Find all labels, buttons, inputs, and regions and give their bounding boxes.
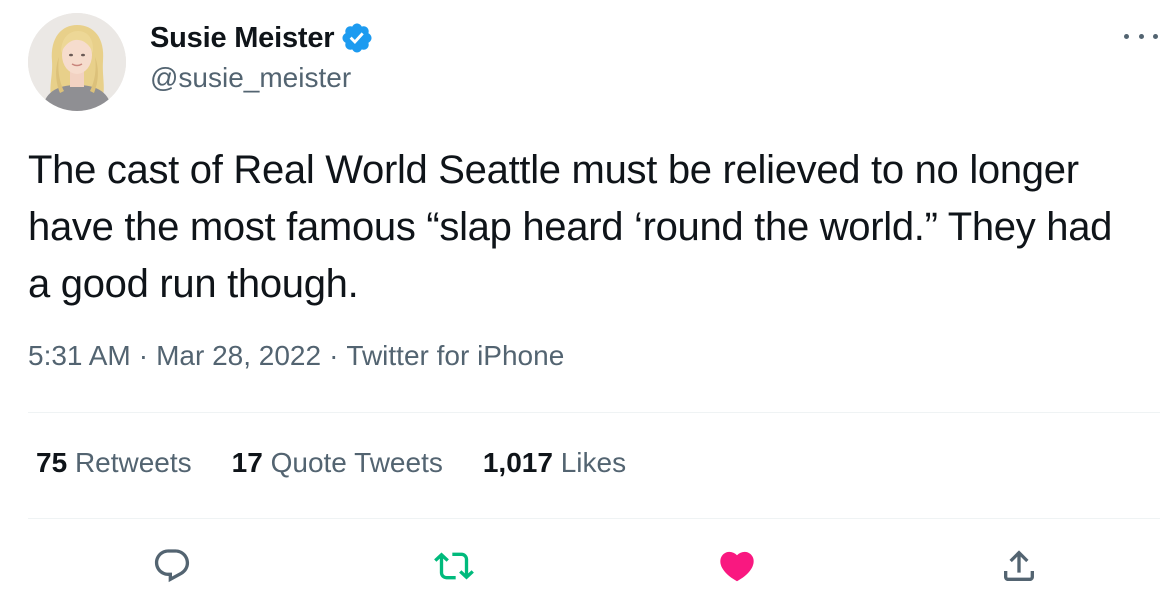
reply-button[interactable] <box>150 544 194 588</box>
more-options-icon[interactable] <box>1124 26 1158 46</box>
tweet-meta: 5:31 AM · Mar 28, 2022 · Twitter for iPhone <box>28 340 564 372</box>
quote-tweets-label: Quote Tweets <box>270 447 443 478</box>
quote-tweets-stat[interactable]: 17 Quote Tweets <box>232 447 443 479</box>
tweet-stats: 75 Retweets 17 Quote Tweets 1,017 Likes <box>36 447 666 479</box>
verified-badge-icon <box>340 21 374 55</box>
likes-count: 1,017 <box>482 447 553 478</box>
author-name-row[interactable]: Susie Meister <box>150 20 374 56</box>
author-display-name[interactable]: Susie Meister <box>150 22 335 55</box>
retweets-stat[interactable]: 75 Retweets <box>36 447 192 479</box>
author-handle[interactable]: @susie_meister <box>150 62 351 94</box>
heart-icon <box>720 551 754 582</box>
meta-separator: · <box>329 340 339 371</box>
tweet-text: The cast of Real World Seattle must be r… <box>28 148 1113 306</box>
quote-tweets-count: 17 <box>231 447 263 478</box>
divider <box>28 518 1160 519</box>
divider <box>28 412 1160 413</box>
avatar[interactable] <box>28 13 126 111</box>
likes-stat[interactable]: 1,017 Likes <box>483 447 626 479</box>
tweet-time[interactable]: 5:31 AM <box>28 340 131 371</box>
dot <box>1138 33 1144 39</box>
retweets-count: 75 <box>36 447 68 478</box>
share-icon <box>1004 550 1034 581</box>
likes-label: Likes <box>560 447 627 478</box>
meta-separator: · <box>138 340 149 371</box>
dot <box>1124 33 1129 39</box>
avatar-image <box>28 13 126 111</box>
share-button[interactable] <box>997 544 1041 588</box>
retweet-icon <box>434 552 474 580</box>
reply-icon <box>154 549 190 583</box>
tweet-source[interactable]: Twitter for iPhone <box>346 340 564 371</box>
retweet-button[interactable] <box>432 544 476 588</box>
retweets-label: Retweets <box>74 447 192 478</box>
tweet-date[interactable]: Mar 28, 2022 <box>156 340 321 371</box>
tweet-card: Susie Meister @susie_meister The cast of… <box>0 0 1172 606</box>
like-button[interactable] <box>715 544 759 588</box>
action-bar <box>0 544 1172 594</box>
dot <box>1153 33 1158 39</box>
